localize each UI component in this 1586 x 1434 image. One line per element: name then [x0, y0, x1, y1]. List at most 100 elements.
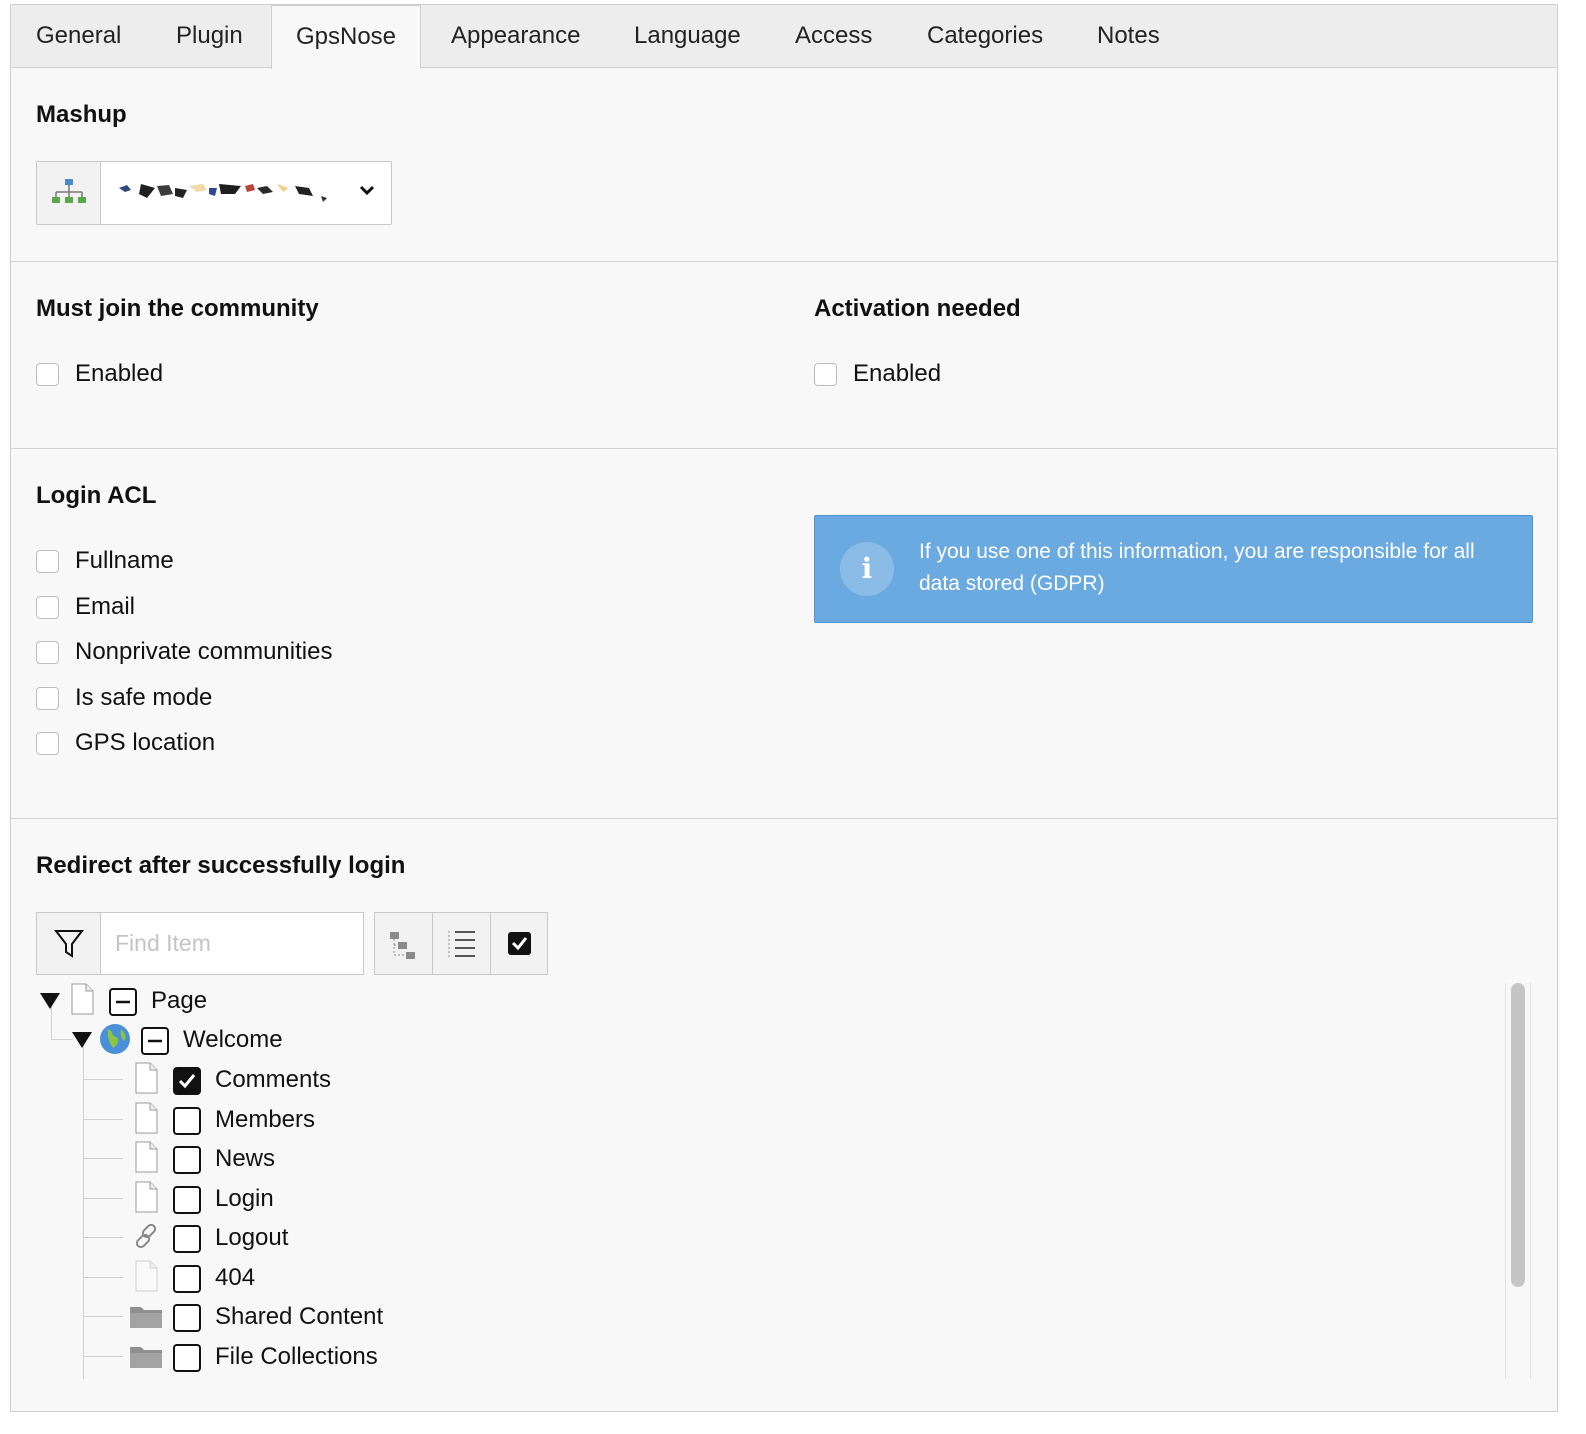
tree-node-label: Logout — [215, 1224, 289, 1251]
find-item-input[interactable] — [113, 925, 353, 961]
tree-checkbox[interactable] — [173, 1265, 201, 1293]
acl-gps-checkbox[interactable] — [36, 732, 59, 755]
acl-nonprivate-label: Nonprivate communities — [75, 638, 333, 665]
link-icon — [135, 1223, 157, 1249]
tab-plugin[interactable]: Plugin — [176, 5, 243, 68]
tree-connector — [83, 1356, 123, 1357]
acl-safe-mode-label: Is safe mode — [75, 684, 213, 711]
tree-node-label: Login — [215, 1185, 274, 1212]
redacted-value — [117, 176, 347, 208]
login-acl-section: Login ACL Fullname Email Nonprivate comm… — [11, 449, 1557, 819]
tab-bar: General Plugin GpsNose Appearance Langua… — [11, 5, 1557, 69]
tab-gpsnose[interactable]: GpsNose — [271, 5, 421, 69]
tree-connector — [51, 1039, 73, 1040]
folder-icon — [130, 1347, 162, 1368]
tree-connector — [83, 1119, 123, 1120]
tree-connector — [83, 1039, 84, 1379]
tree-connector — [83, 1316, 123, 1317]
tab-notes[interactable]: Notes — [1097, 5, 1160, 68]
tree-connector — [83, 1079, 123, 1080]
tree-node-label: Shared Content — [215, 1303, 384, 1330]
page-icon — [71, 983, 94, 1015]
redirect-section: Redirect after successfully login Find I… — [11, 819, 1557, 1411]
collapse-toggle-icon[interactable] — [71, 1030, 93, 1050]
tree-partial-checkbox[interactable] — [141, 1027, 169, 1055]
tree-connector — [83, 1237, 123, 1238]
tree-search — [36, 912, 364, 975]
tree-node-comments[interactable]: Comments — [133, 1062, 433, 1098]
filter-icon[interactable] — [37, 913, 101, 974]
check-all-icon[interactable] — [491, 913, 549, 974]
gdpr-info-text: If you use one of this information, you … — [919, 540, 1475, 595]
tree-scrollbar[interactable] — [1511, 983, 1525, 1287]
tree-node-news[interactable]: News — [133, 1141, 433, 1177]
tree-toolbar — [374, 912, 548, 975]
tree-checkbox[interactable] — [173, 1107, 201, 1135]
tree-node-label: Page — [151, 987, 208, 1014]
tree-node-label: Comments — [215, 1066, 332, 1093]
tree-checkbox[interactable] — [173, 1186, 201, 1214]
redirect-heading: Redirect after successfully login — [36, 852, 406, 879]
acl-nonprivate-checkbox[interactable] — [36, 641, 59, 664]
expand-list-icon[interactable] — [433, 913, 491, 974]
tree-partial-checkbox[interactable] — [109, 988, 137, 1016]
page-faded-icon — [135, 1260, 158, 1292]
tree-node-404[interactable]: 404 — [133, 1260, 433, 1296]
tree-node-label: File Collections — [215, 1343, 378, 1370]
acl-safe-mode-checkbox[interactable] — [36, 687, 59, 710]
community-heading: Must join the community — [36, 295, 319, 322]
mashup-section: Mashup — [11, 68, 1557, 262]
tree-node-label: 404 — [215, 1264, 256, 1291]
tree-checkbox[interactable] — [173, 1146, 201, 1174]
settings-panel: General Plugin GpsNose Appearance Langua… — [10, 4, 1558, 1412]
tree-node-label: Welcome — [183, 1026, 283, 1053]
acl-fullname-label: Fullname — [75, 547, 174, 574]
community-enabled-label: Enabled — [75, 360, 164, 387]
mashup-select[interactable] — [36, 161, 392, 225]
community-section: Must join the community Enabled Activati… — [11, 262, 1557, 449]
tab-access[interactable]: Access — [795, 5, 872, 68]
page-icon — [135, 1062, 158, 1094]
tab-language[interactable]: Language — [634, 5, 741, 68]
tree-node-welcome[interactable]: Welcome — [71, 1022, 371, 1058]
tree-connector — [83, 1158, 123, 1159]
tree-node-page[interactable]: Page — [39, 983, 339, 1019]
activation-enabled-checkbox[interactable] — [814, 363, 837, 386]
page-icon — [135, 1141, 158, 1173]
tree-checkbox[interactable] — [173, 1304, 201, 1332]
acl-fullname-checkbox[interactable] — [36, 550, 59, 573]
acl-email-label: Email — [75, 593, 136, 620]
tree-node-label: Members — [215, 1106, 316, 1133]
collapse-tree-icon[interactable] — [375, 913, 433, 974]
tree-node-login[interactable]: Login — [133, 1181, 433, 1217]
page-icon — [135, 1102, 158, 1134]
collapse-toggle-icon[interactable] — [39, 991, 61, 1011]
page-icon — [135, 1181, 158, 1213]
login-acl-heading: Login ACL — [36, 482, 157, 509]
acl-gps-label: GPS location — [75, 729, 216, 756]
sitemap-icon — [37, 162, 101, 224]
page-tree: Page Welcome Comments Members News Login… — [11, 979, 1541, 1379]
tree-checkbox[interactable] — [173, 1344, 201, 1372]
acl-email-checkbox[interactable] — [36, 596, 59, 619]
tree-node-members[interactable]: Members — [133, 1102, 433, 1138]
tree-connector — [83, 1277, 123, 1278]
tree-node-shared-content[interactable]: Shared Content — [129, 1299, 449, 1335]
tree-node-label: News — [215, 1145, 276, 1172]
tree-node-logout[interactable]: Logout — [133, 1220, 433, 1256]
folder-icon — [130, 1307, 162, 1328]
info-icon: i — [840, 542, 894, 596]
tab-categories[interactable]: Categories — [927, 5, 1043, 68]
globe-icon — [100, 1024, 130, 1054]
tree-node-file-collections[interactable]: File Collections — [129, 1339, 449, 1375]
chevron-down-icon[interactable] — [357, 180, 377, 200]
tree-checkbox-checked[interactable] — [173, 1067, 201, 1095]
gdpr-info-callout: i If you use one of this information, yo… — [814, 515, 1533, 623]
mashup-heading: Mashup — [36, 101, 127, 128]
activation-enabled-label: Enabled — [853, 360, 942, 387]
tab-general[interactable]: General — [36, 5, 121, 68]
community-enabled-checkbox[interactable] — [36, 363, 59, 386]
tree-checkbox[interactable] — [173, 1225, 201, 1253]
tab-appearance[interactable]: Appearance — [451, 5, 580, 68]
activation-heading: Activation needed — [814, 295, 1021, 322]
